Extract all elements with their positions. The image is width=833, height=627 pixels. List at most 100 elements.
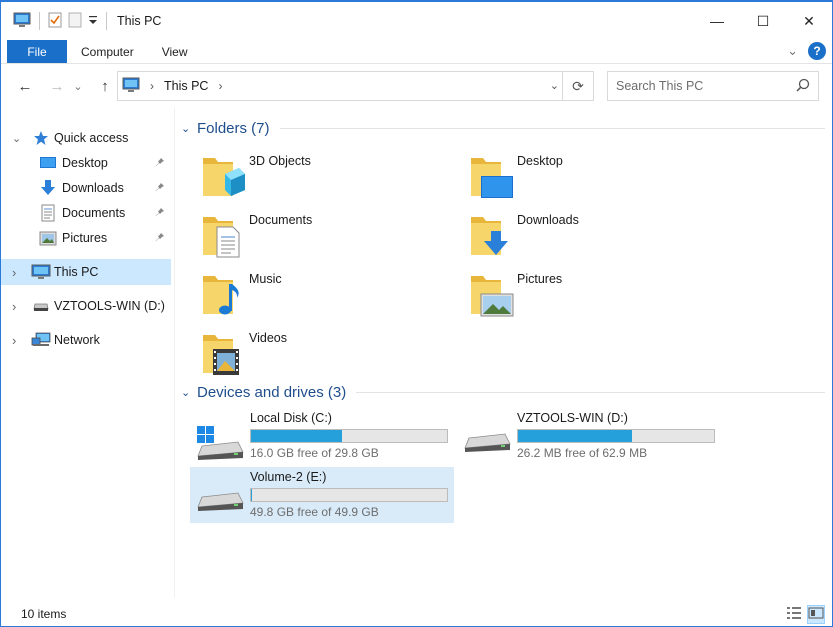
sidebar-item-label: VZTOOLS-WIN (D:) (54, 299, 165, 313)
chevron-right-icon[interactable]: › (12, 299, 16, 314)
chevron-down-icon[interactable]: ⌄ (181, 122, 197, 135)
help-icon[interactable]: ? (808, 42, 826, 60)
folder-label: Music (249, 272, 282, 286)
quick-access-toolbar (1, 12, 109, 31)
folder-documents[interactable]: Documents (201, 209, 461, 265)
sidebar-item-label: This PC (54, 265, 99, 279)
recent-locations-button[interactable]: ⌄ (71, 74, 85, 98)
search-box[interactable] (607, 71, 819, 101)
pin-icon[interactable] (155, 207, 165, 220)
close-button[interactable]: ✕ (786, 2, 832, 40)
chevron-down-icon[interactable]: ⌄ (181, 386, 197, 399)
explorer-window: This PC — ☐ ✕ File Computer View ⌄ ? ← →… (0, 0, 833, 627)
sidebar-item-label: Quick access (54, 131, 129, 145)
search-icon[interactable] (796, 78, 810, 95)
folder-3d-objects[interactable]: 3D Objects (201, 150, 461, 206)
refresh-button[interactable]: ⟳ (562, 72, 593, 100)
chevron-right-icon[interactable]: › (12, 265, 16, 280)
folders-group-header[interactable]: ⌄ Folders (7) (181, 120, 825, 137)
pictures-icon (39, 231, 57, 246)
properties-icon[interactable] (48, 12, 62, 31)
pin-icon[interactable] (155, 157, 165, 170)
sidebar-item-documents[interactable]: Documents (1, 200, 171, 226)
sidebar-item-label: Desktop (62, 156, 108, 170)
drive-usage-bar (250, 488, 448, 502)
search-input[interactable] (616, 79, 786, 93)
content-pane: ⌄ Folders (7) 3D Objects Desktop Documen… (175, 108, 832, 598)
folder-label: Documents (249, 213, 313, 227)
drive-icon (197, 492, 244, 511)
desktop-icon (39, 155, 57, 171)
pin-icon[interactable] (155, 182, 165, 195)
address-dropdown-icon[interactable]: ⌄ (550, 79, 559, 92)
devices-group-header[interactable]: ⌄ Devices and drives (3) (181, 384, 825, 401)
details-view-icon[interactable] (786, 606, 802, 623)
computer-icon (31, 264, 51, 280)
group-title: Devices and drives (3) (197, 384, 347, 401)
music-folder-icon (203, 276, 239, 315)
new-folder-icon[interactable] (68, 12, 82, 31)
window-title: This PC (117, 14, 162, 28)
folder-music[interactable]: Music (201, 268, 461, 324)
folder-downloads[interactable]: Downloads (469, 209, 729, 265)
network-icon (31, 332, 51, 348)
breadcrumb: › This PC › (122, 77, 222, 96)
desktop-folder-icon (471, 158, 513, 198)
chevron-right-icon[interactable]: › (12, 333, 16, 348)
tab-file[interactable]: File (7, 40, 67, 63)
drive-free-space: 16.0 GB free of 29.8 GB (250, 446, 379, 460)
sidebar-item-network[interactable]: › Network (1, 327, 171, 353)
drive-icon (33, 300, 49, 312)
sidebar-item-quick-access[interactable]: ⌄ Quick access (1, 125, 171, 151)
maximize-button[interactable]: ☐ (740, 2, 786, 40)
drive-label: Volume-2 (E:) (250, 470, 327, 484)
drive-vztools-win-d[interactable]: VZTOOLS-WIN (D:) 26.2 MB free of 62.9 MB (457, 408, 721, 464)
sidebar-item-vztools-win[interactable]: › VZTOOLS-WIN (D:) (1, 293, 171, 319)
folder-pictures[interactable]: Pictures (469, 268, 729, 324)
document-icon (41, 204, 55, 222)
breadcrumb-this-pc[interactable]: This PC (164, 79, 208, 93)
drive-usage-bar (250, 429, 448, 443)
computer-icon (13, 12, 31, 31)
sidebar-item-downloads[interactable]: Downloads (1, 175, 171, 201)
folder-desktop[interactable]: Desktop (469, 150, 729, 206)
tab-view[interactable]: View (148, 40, 202, 63)
group-divider (279, 128, 825, 129)
address-bar[interactable]: › This PC › ⌄ ⟳ (117, 71, 594, 101)
drive-local-disk-c[interactable]: Local Disk (C:) 16.0 GB free of 29.8 GB (190, 408, 454, 464)
chevron-right-icon[interactable]: › (150, 79, 154, 93)
drive-usage-bar (517, 429, 715, 443)
documents-folder-icon (203, 217, 240, 258)
item-count: 10 items (21, 607, 67, 621)
tiles-view-icon[interactable] (807, 605, 825, 624)
videos-folder-icon (203, 335, 239, 375)
minimize-button[interactable]: — (694, 2, 740, 40)
expand-ribbon-icon[interactable]: ⌄ (787, 43, 798, 59)
customize-toolbar-icon[interactable] (88, 14, 98, 29)
status-bar: 10 items (1, 602, 832, 626)
group-title: Folders (7) (197, 120, 270, 137)
ribbon-tabs: File Computer View ⌄ ? (1, 40, 832, 64)
navigation-pane: ⌄ Quick access Desktop Downloads Documen… (1, 108, 173, 598)
sidebar-item-this-pc[interactable]: › This PC (1, 259, 171, 285)
chevron-down-icon[interactable]: ⌄ (12, 132, 21, 145)
up-button[interactable]: ↑ (93, 74, 117, 98)
drive-label: VZTOOLS-WIN (D:) (517, 411, 628, 425)
folder-label: Desktop (517, 154, 563, 168)
folder-label: Downloads (517, 213, 579, 227)
folder-label: 3D Objects (249, 154, 311, 168)
tab-computer[interactable]: Computer (67, 40, 148, 63)
sidebar-item-label: Pictures (62, 231, 108, 245)
folder-videos[interactable]: Videos (201, 327, 461, 383)
sidebar-item-desktop[interactable]: Desktop (1, 150, 171, 176)
sidebar-item-pictures[interactable]: Pictures (1, 225, 171, 251)
sidebar-item-label: Documents (62, 206, 126, 220)
pin-icon[interactable] (155, 232, 165, 245)
drive-label: Local Disk (C:) (250, 411, 332, 425)
chevron-right-icon[interactable]: › (218, 79, 222, 93)
drive-volume-2-e[interactable]: Volume-2 (E:) 49.8 GB free of 49.9 GB (190, 467, 454, 523)
sidebar-item-label: Network (54, 333, 100, 347)
forward-button[interactable]: → (45, 74, 69, 98)
drive-usage-fill (518, 430, 633, 442)
back-button[interactable]: ← (13, 74, 37, 98)
